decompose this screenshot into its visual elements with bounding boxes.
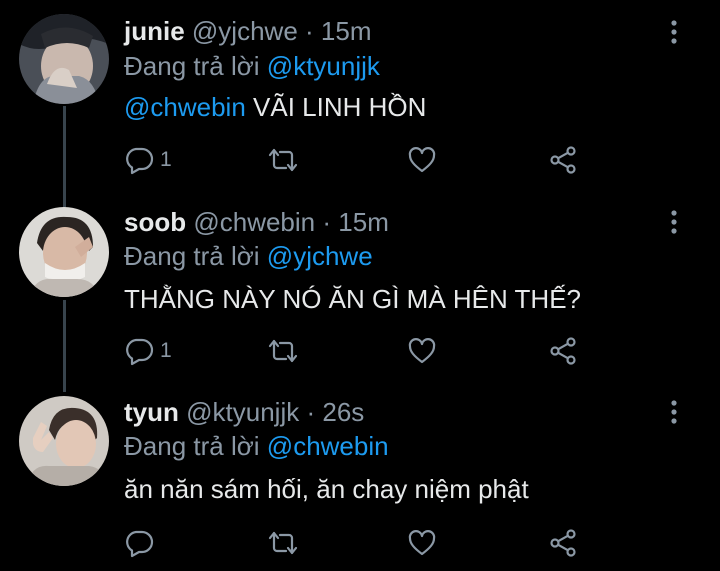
share-icon [548,336,578,366]
replying-to: Đang trả lời @ktyunjjk [124,51,380,81]
user-handle[interactable]: @ktyunjjk [186,397,299,427]
like-icon [407,336,437,366]
tweet-text: @chwebin VÃI LINH HỒN [124,91,426,123]
display-name[interactable]: soob [124,207,186,237]
share-icon [548,528,578,558]
separator-dot: · [305,16,314,46]
tweet-item[interactable]: junie @yjchwe · 15m Đang trả lời @ktyunj… [0,0,720,200]
tweet-header: soob @chwebin · 15m [124,207,389,237]
share-button[interactable] [548,528,578,558]
reply-to-mention[interactable]: @ktyunjjk [267,51,380,81]
more-icon[interactable] [664,17,684,47]
tweet-text: ăn năn sám hối, ăn chay niệm phật [124,474,529,504]
reply-icon [124,145,154,175]
tweet-header: tyun @ktyunjjk · 26s [124,397,364,427]
display-name[interactable]: tyun [124,397,179,427]
avatar[interactable] [19,396,109,486]
tweet-text: THẰNG NÀY NÓ ĂN GÌ MÀ HÊN THẾ? [124,284,582,314]
reply-button[interactable] [124,528,154,558]
reply-prefix: Đang trả lời [124,51,260,81]
avatar[interactable] [19,14,109,104]
reply-prefix: Đang trả lời [124,241,260,271]
retweet-icon [266,528,300,558]
retweet-icon [266,336,300,366]
share-icon [548,145,578,175]
reply-count: 1 [160,148,172,171]
reply-button[interactable]: 1 [124,145,172,175]
timestamp[interactable]: 15m [338,207,389,237]
user-handle[interactable]: @chwebin [193,207,315,237]
reply-to-mention[interactable]: @yjchwe [267,241,373,271]
user-handle[interactable]: @yjchwe [192,16,298,46]
more-icon[interactable] [664,207,684,237]
tweet-item[interactable]: tyun @ktyunjjk · 26s Đang trả lời @chweb… [0,390,720,571]
reply-prefix: Đang trả lời [124,431,260,461]
timestamp[interactable]: 15m [321,16,372,46]
reply-icon [124,528,154,558]
more-icon[interactable] [664,397,684,427]
share-button[interactable] [548,145,578,175]
reply-to-mention[interactable]: @chwebin [267,431,389,461]
retweet-icon [266,145,300,175]
content-mention[interactable]: @chwebin [124,92,246,122]
replying-to: Đang trả lời @yjchwe [124,241,373,271]
content-text: VÃI LINH HỒN [245,92,427,122]
like-button[interactable] [407,145,437,175]
separator-dot: · [322,207,332,237]
reply-count: 1 [160,339,172,362]
share-button[interactable] [548,336,578,366]
like-button[interactable] [407,528,437,558]
separator-dot: · [306,397,316,427]
retweet-button[interactable] [266,528,300,558]
reply-button[interactable]: 1 [124,336,172,366]
replying-to: Đang trả lời @chwebin [124,431,389,461]
like-icon [407,145,437,175]
like-button[interactable] [407,336,437,366]
display-name[interactable]: junie [124,16,185,46]
retweet-button[interactable] [266,336,300,366]
avatar[interactable] [19,207,109,297]
tweet-item[interactable]: soob @chwebin · 15m Đang trả lời @yjchwe… [0,200,720,390]
tweet-header: junie @yjchwe · 15m [124,16,372,46]
retweet-button[interactable] [266,145,300,175]
like-icon [407,528,437,558]
reply-icon [124,336,154,366]
timestamp[interactable]: 26s [322,397,364,427]
